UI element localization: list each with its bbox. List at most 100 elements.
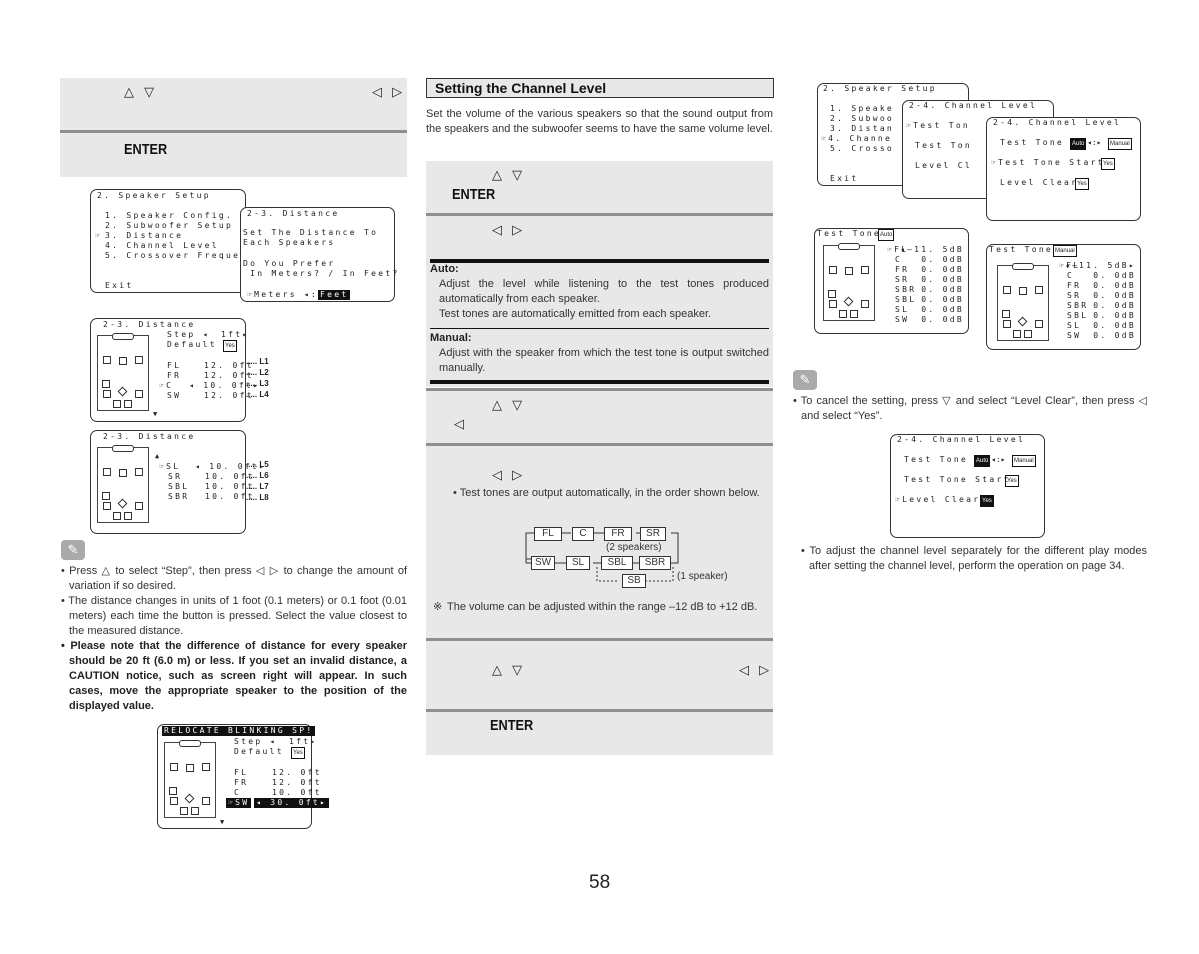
osd-title: 2-3. Distance	[103, 432, 196, 441]
step-box-4: ◁ ▷ • Test tones are output automaticall…	[426, 446, 773, 638]
osd-step-label: Step ◂	[234, 737, 277, 746]
note-item: • Press △ to select “Step”, then press ◁…	[61, 565, 407, 592]
osd-auto-tag: Auto	[1070, 138, 1087, 150]
osd-test-tone-auto: Test Tone Auto ☞FL ◂–11. 5dB C 0. 0dB FR 0. 0…	[814, 228, 969, 334]
flow-one-speaker-label: (1 speaker)	[677, 571, 728, 582]
osd-line: In Meters? / In Feet?	[243, 269, 400, 278]
level-row-name: FR	[895, 265, 910, 274]
note-item-warning: • Please note that the difference of dis…	[61, 640, 407, 712]
osd-row-name: C	[234, 788, 242, 797]
level-row-value: ◂–11. 5dB	[899, 245, 964, 254]
front-left-speaker-icon	[103, 468, 111, 476]
level-row-name: SBR	[895, 285, 917, 294]
step-box-3: △ ▽ ◁	[426, 391, 773, 443]
level-row-value: 0. 0dB	[921, 295, 964, 304]
note-item: • The distance changes in units of 1 foo…	[61, 595, 407, 637]
speaker-room-diagram	[997, 263, 1049, 341]
level-row-name: SR	[1067, 291, 1082, 300]
step-box-6: ENTER	[426, 712, 773, 755]
subwoofer-icon	[102, 380, 110, 388]
osd-item: ☞Test Ton	[906, 121, 971, 130]
level-row-name: C	[895, 255, 903, 264]
osd-item: 3. Distan	[830, 124, 895, 133]
osd-item: 1. Speake	[830, 104, 895, 113]
osd-title: 2-3. Distance	[103, 320, 196, 329]
label-l3: ..... L3	[246, 379, 269, 388]
scroll-down-icon: ▼	[220, 818, 227, 826]
speaker-room-diagram	[97, 445, 149, 523]
label-l5: ..... L5	[246, 460, 269, 469]
level-row-value: 0. 0dB	[1093, 321, 1136, 330]
level-row-value: 0. 0dB	[921, 255, 964, 264]
front-left-speaker-icon	[103, 356, 111, 364]
osd-start-value: Yes	[1101, 158, 1115, 170]
level-row-name: SW	[895, 315, 910, 324]
osd-item: Test Ton	[915, 141, 972, 150]
osd-line: Set The Distance To	[243, 228, 379, 237]
osd-distance-front: 2-3. Distance Step ◂ 1ft▸ Default Yes FL…	[90, 318, 258, 422]
surround-right-speaker-icon	[1035, 320, 1043, 328]
front-left-speaker-icon	[829, 266, 837, 274]
level-row-name: SBR	[1067, 301, 1089, 310]
osd-item: 2. Subwoo	[830, 114, 895, 123]
osd-row-name: ☞SL	[159, 462, 181, 471]
front-right-speaker-icon	[202, 763, 210, 771]
osd-option-meters: ☞Meters ◂:▸	[247, 290, 326, 299]
level-row-value: 0. 0dB	[1093, 291, 1136, 300]
level-row-name: SL	[1067, 321, 1082, 330]
tv-icon	[112, 445, 134, 452]
osd-row-name: ☞C	[159, 381, 174, 390]
osd-toggle-arrows: ◂:▸	[1087, 138, 1102, 147]
osd-line: Do You Prefer	[243, 259, 336, 268]
enter-key-label: ENTER	[452, 186, 496, 203]
osd-distance-rear: 2-3. Distance ▲ ☞SL ◂ 10. 0ft▸ SR 10. 0f…	[90, 430, 264, 534]
scroll-down-icon: ▼	[153, 410, 160, 418]
osd-exit: Exit	[105, 281, 134, 290]
osd-caution-title: RELOCATE BLINKING SP!	[162, 726, 316, 736]
osd-cursor-icon: ☞	[95, 231, 103, 240]
osd-row-name-highlight: ☞SW	[226, 798, 252, 808]
auto-label: Auto:	[430, 263, 459, 275]
level-row-value: 0. 0dB	[921, 275, 964, 284]
left-right-arrows-icon: ◁ ▷	[739, 663, 773, 678]
surround-back-right-speaker-icon	[124, 400, 132, 408]
osd-speaker-setup: 2. Speaker Setup 1. Speaker Config. 2. S…	[90, 189, 246, 293]
surround-back-left-speaker-icon	[180, 807, 188, 815]
level-row-value: 0. 0dB	[921, 265, 964, 274]
level-row-value: 0. 0dB	[1093, 311, 1136, 320]
front-right-speaker-icon	[135, 468, 143, 476]
flow-node-fl: FL	[534, 527, 562, 541]
step-box-1: △ ▽ ENTER	[426, 161, 773, 213]
osd-item: 5. Crosso	[830, 144, 895, 153]
osd-title: 2. Speaker Setup	[823, 84, 937, 93]
surround-back-left-speaker-icon	[1013, 330, 1021, 338]
enter-key-label: ENTER	[490, 717, 534, 734]
surround-back-right-speaker-icon	[124, 512, 132, 520]
left-arrow-icon: ◁	[454, 417, 467, 432]
listener-icon	[843, 296, 854, 307]
surround-right-speaker-icon	[861, 300, 869, 308]
osd-item: 4. Channel Level	[105, 241, 219, 250]
osd-default-label: Default	[167, 340, 217, 349]
table-rule	[430, 328, 769, 329]
surround-back-right-speaker-icon	[1024, 330, 1032, 338]
surround-left-speaker-icon	[103, 502, 111, 510]
osd-start-value: Yes	[1005, 475, 1019, 487]
step-box-navigate: △ ▽ ◁ ▷	[60, 78, 407, 130]
flow-node-sbr: SBR	[639, 556, 671, 570]
osd-item: 1. Speaker Config.	[105, 211, 234, 220]
surround-back-left-speaker-icon	[113, 400, 121, 408]
level-row-value: 0. 0dB	[921, 315, 964, 324]
label-l7: ..... L7	[246, 482, 269, 491]
osd-row-name: SR	[168, 472, 183, 481]
osd-row-name: FL	[167, 361, 182, 370]
speaker-room-diagram	[97, 333, 149, 411]
level-row-value: 0. 0dB	[1093, 271, 1136, 280]
osd-row-value-highlight: ◂ 30. 0ft▸	[254, 798, 330, 808]
manual-label: Manual:	[430, 332, 472, 344]
osd-option-feet: Feet	[318, 290, 351, 300]
osd-item: ☞4. Channe	[821, 134, 893, 143]
osd-test-tone-manual: Test Tone Manual ☞FL ◂–11. 5dB▸ C 0. 0dB FR 0…	[986, 244, 1141, 350]
osd-mode-tag: Auto	[878, 229, 895, 241]
osd-title: 2-4. Channel Level	[897, 435, 1026, 444]
